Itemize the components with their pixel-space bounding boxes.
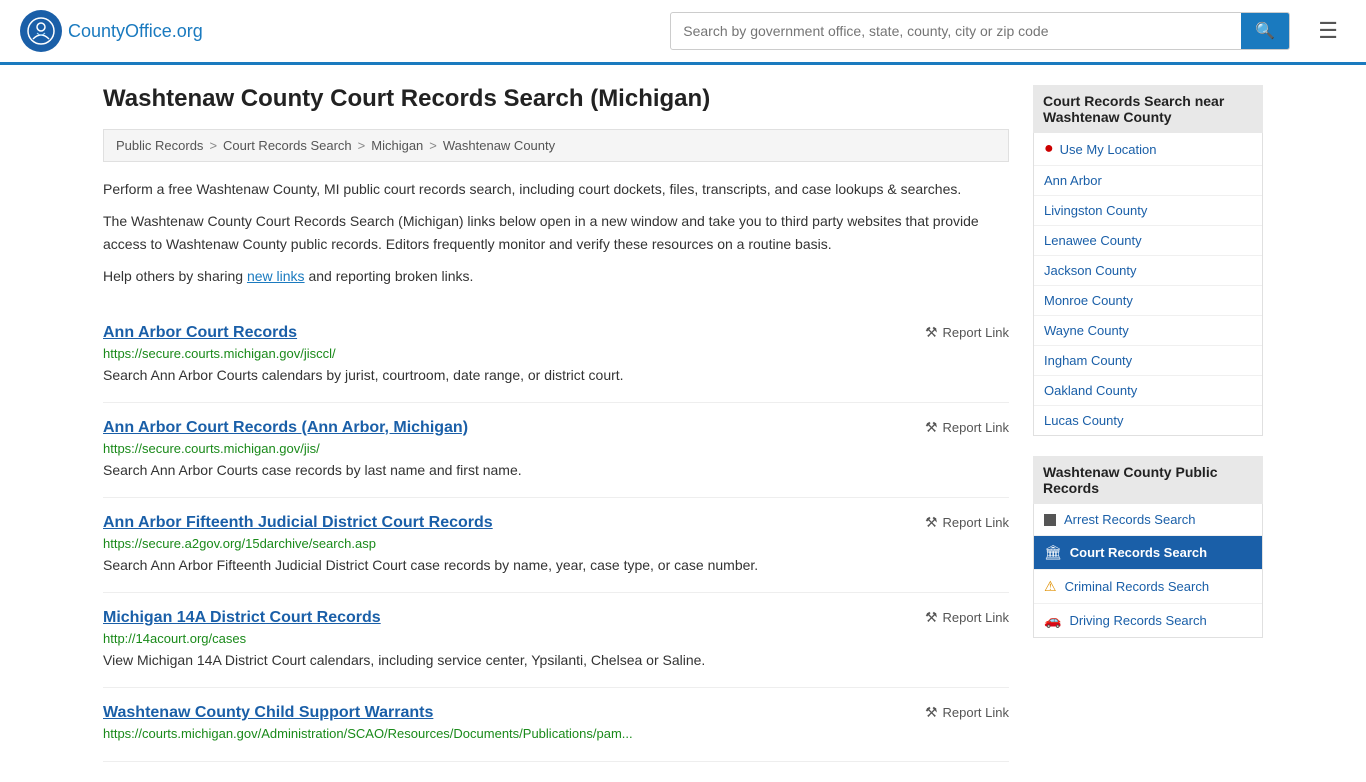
report-icon: ⚒	[925, 514, 938, 531]
result-url: https://secure.courts.michigan.gov/jis/	[103, 441, 1009, 456]
result-desc: Search Ann Arbor Courts calendars by jur…	[103, 365, 1009, 386]
page-title: Washtenaw County Court Records Search (M…	[103, 85, 1009, 113]
report-icon: ⚒	[925, 704, 938, 721]
result-title[interactable]: Washtenaw County Child Support Warrants	[103, 704, 433, 722]
breadcrumb-sep-3: >	[429, 138, 437, 153]
logo-icon	[20, 10, 62, 52]
sidebar-public-records-title: Washtenaw County Public Records	[1033, 456, 1263, 504]
result-url: http://14acourt.org/cases	[103, 631, 1009, 646]
logo-area[interactable]: CountyOffice.org	[20, 10, 203, 52]
description-para3: Help others by sharing new links and rep…	[103, 265, 1009, 287]
sidebar-item-lucas[interactable]: Lucas County	[1034, 406, 1262, 435]
sidebar-item-lenawee[interactable]: Lenawee County	[1034, 226, 1262, 256]
menu-icon: ☰	[1318, 18, 1338, 43]
sidebar-nearby-section: Court Records Search near Washtenaw Coun…	[1033, 85, 1263, 436]
result-url: https://secure.a2gov.org/15darchive/sear…	[103, 536, 1009, 551]
result-item: Ann Arbor Court Records (Ann Arbor, Mich…	[103, 403, 1009, 498]
breadcrumb-current: Washtenaw County	[443, 138, 555, 153]
sidebar-item-jackson[interactable]: Jackson County	[1034, 256, 1262, 286]
report-icon: ⚒	[925, 609, 938, 626]
breadcrumb-link-public-records[interactable]: Public Records	[116, 138, 203, 153]
sidebar-public-records-section: Washtenaw County Public Records Arrest R…	[1033, 456, 1263, 638]
sidebar-item-wayne[interactable]: Wayne County	[1034, 316, 1262, 346]
report-link-button[interactable]: ⚒ Report Link	[925, 514, 1009, 531]
sidebar-public-records-list: Arrest Records Search 🏛 Court Records Se…	[1033, 504, 1263, 638]
main-content: Washtenaw County Court Records Search (M…	[103, 85, 1009, 762]
sidebar-use-my-location[interactable]: ● Use My Location	[1034, 133, 1262, 166]
result-desc: View Michigan 14A District Court calenda…	[103, 650, 1009, 671]
search-bar: 🔍	[670, 12, 1290, 50]
result-url: https://secure.courts.michigan.gov/jiscc…	[103, 346, 1009, 361]
driving-icon: 🚗	[1044, 612, 1061, 629]
sidebar-item-monroe[interactable]: Monroe County	[1034, 286, 1262, 316]
results-list: Ann Arbor Court Records ⚒ Report Link ht…	[103, 308, 1009, 762]
breadcrumb-sep-2: >	[358, 138, 366, 153]
menu-button[interactable]: ☰	[1310, 14, 1346, 48]
result-url: https://courts.michigan.gov/Administrati…	[103, 726, 1009, 741]
result-title[interactable]: Michigan 14A District Court Records	[103, 609, 381, 627]
court-icon: 🏛	[1044, 544, 1062, 561]
breadcrumb-link-court-records[interactable]: Court Records Search	[223, 138, 352, 153]
sidebar-pr-arrest[interactable]: Arrest Records Search	[1034, 504, 1262, 536]
result-title[interactable]: Ann Arbor Court Records	[103, 324, 297, 342]
sidebar-nearby-title: Court Records Search near Washtenaw Coun…	[1033, 85, 1263, 133]
breadcrumb-link-michigan[interactable]: Michigan	[371, 138, 423, 153]
report-link-button[interactable]: ⚒ Report Link	[925, 704, 1009, 721]
sidebar-pr-court[interactable]: 🏛 Court Records Search	[1034, 536, 1262, 570]
location-icon: ●	[1044, 140, 1054, 158]
logo-text: CountyOffice.org	[68, 21, 203, 42]
sidebar-item-oakland[interactable]: Oakland County	[1034, 376, 1262, 406]
sidebar-pr-criminal[interactable]: ⚠ Criminal Records Search	[1034, 570, 1262, 604]
description-area: Perform a free Washtenaw County, MI publ…	[103, 178, 1009, 288]
sidebar-pr-driving[interactable]: 🚗 Driving Records Search	[1034, 604, 1262, 637]
breadcrumb-sep-1: >	[209, 138, 217, 153]
report-link-button[interactable]: ⚒ Report Link	[925, 419, 1009, 436]
result-item: Ann Arbor Court Records ⚒ Report Link ht…	[103, 308, 1009, 403]
arrest-icon	[1044, 514, 1056, 526]
new-links-link[interactable]: new links	[247, 268, 305, 284]
search-input[interactable]	[671, 15, 1241, 47]
sidebar-item-ann-arbor[interactable]: Ann Arbor	[1034, 166, 1262, 196]
sidebar-item-livingston[interactable]: Livingston County	[1034, 196, 1262, 226]
sidebar: Court Records Search near Washtenaw Coun…	[1033, 85, 1263, 762]
result-desc: Search Ann Arbor Fifteenth Judicial Dist…	[103, 555, 1009, 576]
description-para2: The Washtenaw County Court Records Searc…	[103, 210, 1009, 255]
header: CountyOffice.org 🔍 ☰	[0, 0, 1366, 65]
result-item: Washtenaw County Child Support Warrants …	[103, 688, 1009, 762]
result-title[interactable]: Ann Arbor Court Records (Ann Arbor, Mich…	[103, 419, 468, 437]
page-container: Washtenaw County Court Records Search (M…	[83, 65, 1283, 782]
sidebar-nearby-list: ● Use My Location Ann Arbor Livingston C…	[1033, 133, 1263, 436]
report-link-button[interactable]: ⚒ Report Link	[925, 609, 1009, 626]
report-icon: ⚒	[925, 324, 938, 341]
description-para1: Perform a free Washtenaw County, MI publ…	[103, 178, 1009, 200]
report-icon: ⚒	[925, 419, 938, 436]
result-item: Michigan 14A District Court Records ⚒ Re…	[103, 593, 1009, 688]
criminal-icon: ⚠	[1044, 578, 1057, 595]
sidebar-item-ingham[interactable]: Ingham County	[1034, 346, 1262, 376]
breadcrumb: Public Records > Court Records Search > …	[103, 129, 1009, 162]
result-desc: Search Ann Arbor Courts case records by …	[103, 460, 1009, 481]
search-button[interactable]: 🔍	[1241, 13, 1289, 49]
search-icon: 🔍	[1255, 23, 1275, 40]
report-link-button[interactable]: ⚒ Report Link	[925, 324, 1009, 341]
result-title[interactable]: Ann Arbor Fifteenth Judicial District Co…	[103, 514, 493, 532]
result-item: Ann Arbor Fifteenth Judicial District Co…	[103, 498, 1009, 593]
